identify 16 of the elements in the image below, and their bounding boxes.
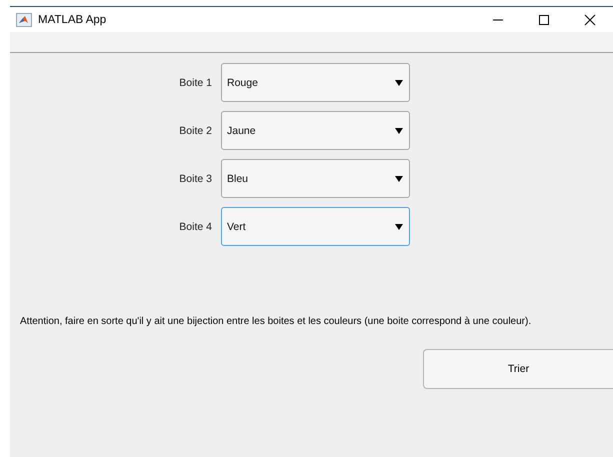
dropdown-label: Boite 4 bbox=[178, 220, 212, 232]
dropdown-label: Boite 1 bbox=[178, 76, 212, 88]
dropdown-arrow-icon bbox=[395, 80, 403, 86]
sort-button[interactable]: Trier bbox=[423, 349, 613, 389]
dropdown-label: Boite 2 bbox=[178, 124, 212, 136]
instruction-text: Attention, faire en sorte qu'il y ait une bijection entre les boites et les couleurs (une boite correspond à une couleur). bbox=[20, 316, 532, 327]
dropdown-arrow-icon bbox=[395, 128, 403, 134]
app-logo-icon bbox=[16, 12, 32, 26]
dropdown[interactable]: Bleu bbox=[221, 159, 410, 198]
dropdown-arrow-icon bbox=[395, 176, 403, 182]
dropdown-label: Boite 3 bbox=[178, 172, 212, 184]
dropdown[interactable]: Jaune bbox=[221, 111, 410, 150]
window-title: MATLAB App bbox=[38, 14, 108, 26]
dropdown[interactable]: Rouge bbox=[221, 63, 410, 102]
dropdown[interactable]: Vert bbox=[221, 207, 410, 246]
dropdown-arrow-icon bbox=[395, 224, 403, 230]
